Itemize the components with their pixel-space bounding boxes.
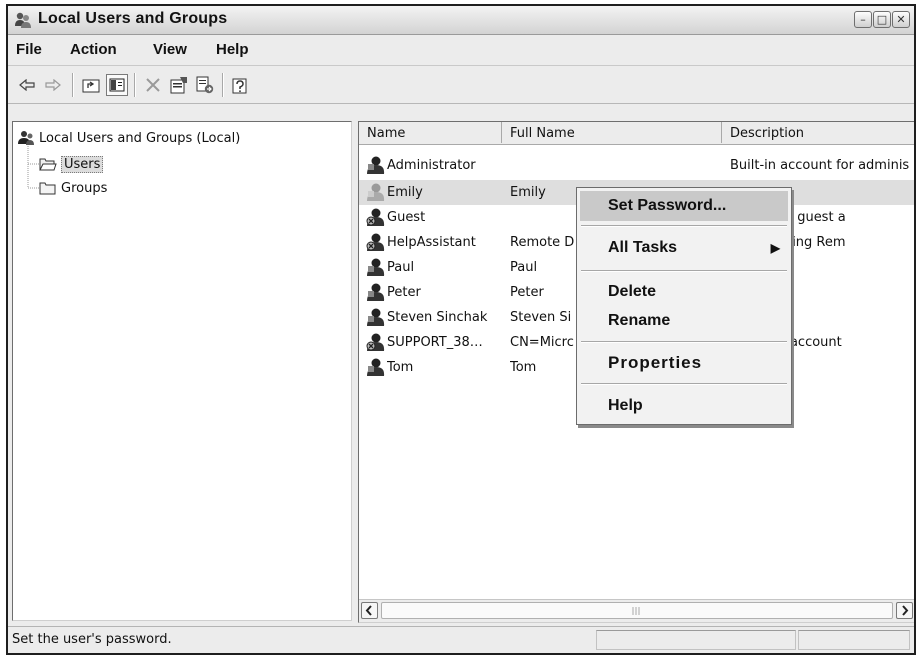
user-name: Administrator <box>387 158 476 173</box>
status-panel <box>798 630 910 650</box>
tree-root-label: Local Users and Groups (Local) <box>39 130 241 146</box>
user-row[interactable]: Administrator Built-in account for admin… <box>359 153 914 178</box>
show-hide-tree-button[interactable] <box>106 74 128 96</box>
local-users-groups-icon <box>18 131 34 145</box>
console-tree[interactable]: Local Users and Groups (Local) Users Gro… <box>12 121 352 621</box>
user-name: Tom <box>387 360 414 375</box>
context-delete[interactable]: Delete <box>580 277 788 307</box>
menu-file[interactable]: File <box>16 41 42 58</box>
context-properties[interactable]: Properties <box>580 348 788 378</box>
user-full-name: Peter <box>510 285 544 300</box>
submenu-arrow-icon: ▶ <box>770 241 780 255</box>
toolbar-separator <box>72 73 74 97</box>
toolbar-separator <box>222 73 224 97</box>
user-full-name: Paul <box>510 260 538 275</box>
disabled-user-icon <box>366 233 385 251</box>
user-full-name: Remote D <box>510 235 575 250</box>
disabled-user-icon <box>366 333 385 351</box>
user-name: Emily <box>387 185 423 200</box>
user-icon <box>367 358 385 376</box>
context-set-password[interactable]: Set Password... <box>580 191 788 221</box>
user-name: HelpAssistant <box>387 235 476 250</box>
properties-button[interactable] <box>168 74 190 96</box>
user-full-name <box>510 153 582 178</box>
disabled-user-icon <box>367 183 385 201</box>
user-name: SUPPORT_38… <box>387 335 483 350</box>
scroll-left-button[interactable] <box>361 602 378 619</box>
user-name: Steven Sinchak <box>387 310 488 325</box>
toolbar <box>8 66 914 104</box>
user-full-name: Emily <box>510 185 546 200</box>
delete-button[interactable] <box>142 74 164 96</box>
context-separator <box>581 225 787 227</box>
status-text: Set the user's password. <box>12 632 172 647</box>
context-separator <box>581 383 787 385</box>
window-title: Local Users and Groups <box>38 10 228 27</box>
status-panel <box>596 630 796 650</box>
menu-help[interactable]: Help <box>216 41 249 58</box>
user-name: Paul <box>387 260 415 275</box>
status-bar: Set the user's password. <box>8 626 914 653</box>
toolbar-separator <box>134 73 136 97</box>
user-full-name <box>510 205 582 230</box>
up-one-level-button[interactable] <box>80 74 102 96</box>
scroll-right-button[interactable] <box>896 602 913 619</box>
user-icon <box>367 258 385 276</box>
properties-icon <box>170 77 187 94</box>
close-button[interactable]: ✕ <box>892 11 910 28</box>
user-name: Guest <box>387 210 426 225</box>
title-bar[interactable]: Local Users and Groups – □ ✕ <box>8 6 914 35</box>
export-list-button[interactable] <box>194 74 216 96</box>
user-full-name: Steven Si <box>510 310 572 325</box>
help-button[interactable] <box>230 74 252 96</box>
folder-icon <box>39 182 56 195</box>
tree-item-users[interactable]: Users <box>39 155 104 173</box>
export-list-icon <box>196 76 214 94</box>
context-all-tasks-label: All Tasks <box>608 239 678 256</box>
chevron-right-icon <box>902 605 909 616</box>
list-header: Name Full Name Description <box>359 122 914 145</box>
column-header-full-name[interactable]: Full Name <box>502 122 722 143</box>
context-help[interactable]: Help <box>580 391 788 421</box>
show-hide-tree-icon <box>109 78 125 92</box>
minimize-button[interactable]: – <box>854 11 872 28</box>
user-description: Built-in account for adminis <box>730 158 910 173</box>
menu-bar: File Action View Help <box>8 35 914 66</box>
disabled-user-icon <box>366 208 385 226</box>
maximize-button[interactable]: □ <box>873 11 891 28</box>
back-icon <box>19 79 35 91</box>
user-name: Peter <box>387 285 421 300</box>
back-button[interactable] <box>16 74 38 96</box>
column-header-name[interactable]: Name <box>359 122 502 143</box>
context-all-tasks[interactable]: All Tasks ▶ <box>580 233 788 263</box>
forward-button[interactable] <box>42 74 64 96</box>
grip-icon <box>632 607 640 615</box>
tree-root-local-users-and-groups[interactable]: Local Users and Groups (Local) <box>17 129 240 147</box>
column-header-description[interactable]: Description <box>722 122 914 143</box>
tree-item-users-label: Users <box>61 155 104 173</box>
user-full-name: Tom <box>510 360 537 375</box>
user-icon <box>367 308 385 326</box>
open-folder-icon <box>39 158 57 171</box>
user-icon <box>367 156 385 174</box>
horizontal-scrollbar[interactable] <box>359 599 914 622</box>
menu-action[interactable]: Action <box>70 41 117 58</box>
context-rename[interactable]: Rename <box>580 306 788 336</box>
scroll-thumb[interactable] <box>381 602 893 619</box>
tree-item-groups-label: Groups <box>61 180 108 196</box>
context-separator <box>581 341 787 343</box>
context-separator <box>581 270 787 272</box>
forward-icon <box>45 79 61 91</box>
context-menu: Set Password... All Tasks ▶ Delete Renam… <box>576 187 792 425</box>
chevron-left-icon <box>365 605 372 616</box>
help-icon <box>232 78 247 94</box>
users-groups-app-icon <box>15 12 31 28</box>
up-folder-icon <box>82 79 100 93</box>
user-full-name: CN=Micrc <box>510 335 574 350</box>
delete-icon <box>146 78 160 92</box>
tree-item-groups[interactable]: Groups <box>39 179 107 197</box>
menu-view[interactable]: View <box>153 41 187 58</box>
user-icon <box>367 283 385 301</box>
